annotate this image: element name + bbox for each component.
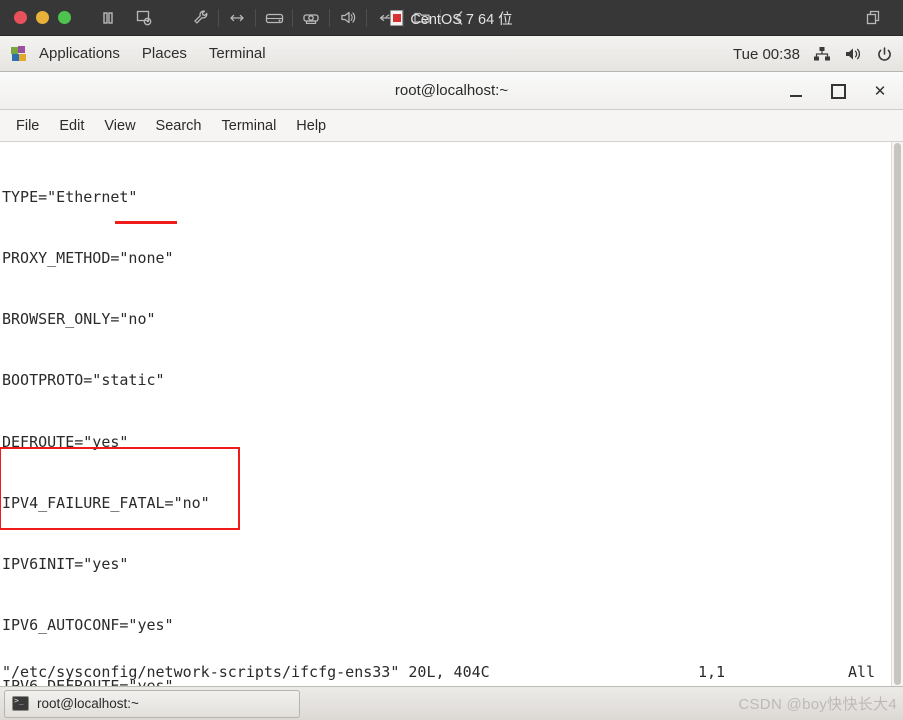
toolbar-divider — [440, 8, 441, 27]
printer-icon[interactable] — [296, 3, 326, 33]
toolbar-divider — [255, 8, 256, 27]
menu-applications[interactable]: Applications — [28, 37, 131, 71]
menu-file[interactable]: File — [6, 111, 49, 141]
menu-help[interactable]: Help — [286, 111, 336, 141]
editor-line: PROXY_METHOD="none" — [2, 249, 174, 268]
back-chevron-icon[interactable] — [444, 3, 474, 33]
vmware-toolbar: CentOS 7 64 位 — [0, 0, 903, 36]
vim-status-line: "/etc/sysconfig/network-scripts/ifcfg-en… — [0, 662, 891, 682]
editor-line: TYPE="Ethernet" — [2, 187, 138, 206]
maximize-dot[interactable] — [58, 11, 71, 24]
network-icon[interactable] — [813, 46, 831, 62]
menu-terminal[interactable]: Terminal — [198, 37, 277, 71]
terminal-titlebar[interactable]: root@localhost:~ ✕ — [0, 72, 903, 110]
vim-cursor-position: 1,1 — [698, 662, 726, 681]
usb-icon[interactable] — [370, 3, 400, 33]
hard-disk-icon[interactable] — [259, 3, 289, 33]
network-settings-box-annotation — [0, 447, 240, 530]
pause-icon[interactable] — [93, 3, 123, 33]
volume-icon[interactable] — [844, 46, 863, 62]
editor-line: BOOTPROTO="static" — [2, 371, 165, 390]
editor-line: IPV6_AUTOCONF="yes" — [2, 616, 174, 635]
terminal-menubar: File Edit View Search Terminal Help — [0, 110, 903, 142]
vim-view-percentage: All — [848, 662, 876, 681]
vim-file-info: "/etc/sysconfig/network-scripts/ifcfg-en… — [2, 662, 490, 681]
toolbar-divider — [329, 8, 330, 27]
network-adapter-icon[interactable] — [222, 3, 252, 33]
screen: CentOS 7 64 位 Applications Places Termin… — [0, 0, 903, 720]
restore-down-icon[interactable] — [859, 3, 889, 33]
taskbar-window-button[interactable]: root@localhost:~ — [4, 689, 300, 718]
terminal-icon — [12, 696, 29, 711]
vm-window-controls — [14, 11, 71, 24]
toolbar-divider — [366, 8, 367, 27]
taskbar-window-label: root@localhost:~ — [37, 696, 139, 711]
terminal-title: root@localhost:~ — [394, 82, 509, 99]
close-button[interactable]: ✕ — [865, 76, 895, 106]
toolbar-divider — [218, 8, 219, 27]
applications-logo-icon — [11, 45, 28, 62]
editor-line: IPV6INIT="yes" — [2, 555, 129, 574]
folder-share-icon[interactable] — [407, 3, 437, 33]
editor-line: BROWSER_ONLY="no" — [2, 310, 156, 329]
menu-edit[interactable]: Edit — [49, 111, 94, 141]
toolbar-divider — [292, 8, 293, 27]
sound-icon[interactable] — [333, 3, 363, 33]
gnome-top-panel: Applications Places Terminal Tue 00:38 — [0, 36, 903, 72]
terminal-scrollbar[interactable] — [891, 142, 903, 686]
maximize-button[interactable] — [823, 76, 853, 106]
terminal-body[interactable]: TYPE="Ethernet" PROXY_METHOD="none" BROW… — [0, 142, 903, 686]
settings-wrench-icon[interactable] — [185, 3, 215, 33]
menu-places[interactable]: Places — [131, 37, 198, 71]
snapshot-icon[interactable] — [129, 3, 159, 33]
power-icon[interactable] — [876, 46, 893, 63]
static-underline-annotation — [115, 221, 177, 224]
toolbar-divider — [403, 8, 404, 27]
scrollbar-thumb[interactable] — [894, 143, 901, 685]
menu-search[interactable]: Search — [146, 111, 212, 141]
menu-terminal[interactable]: Terminal — [212, 111, 287, 141]
terminal-window: root@localhost:~ ✕ File Edit View Search… — [0, 72, 903, 686]
menu-view[interactable]: View — [94, 111, 145, 141]
clock[interactable]: Tue 00:38 — [733, 46, 800, 63]
minimize-button[interactable] — [781, 76, 811, 106]
close-dot[interactable] — [14, 11, 27, 24]
watermark: CSDN @boy快快长大4 — [738, 695, 897, 713]
vim-editor-area[interactable]: TYPE="Ethernet" PROXY_METHOD="none" BROW… — [0, 142, 891, 686]
minimize-dot[interactable] — [36, 11, 49, 24]
